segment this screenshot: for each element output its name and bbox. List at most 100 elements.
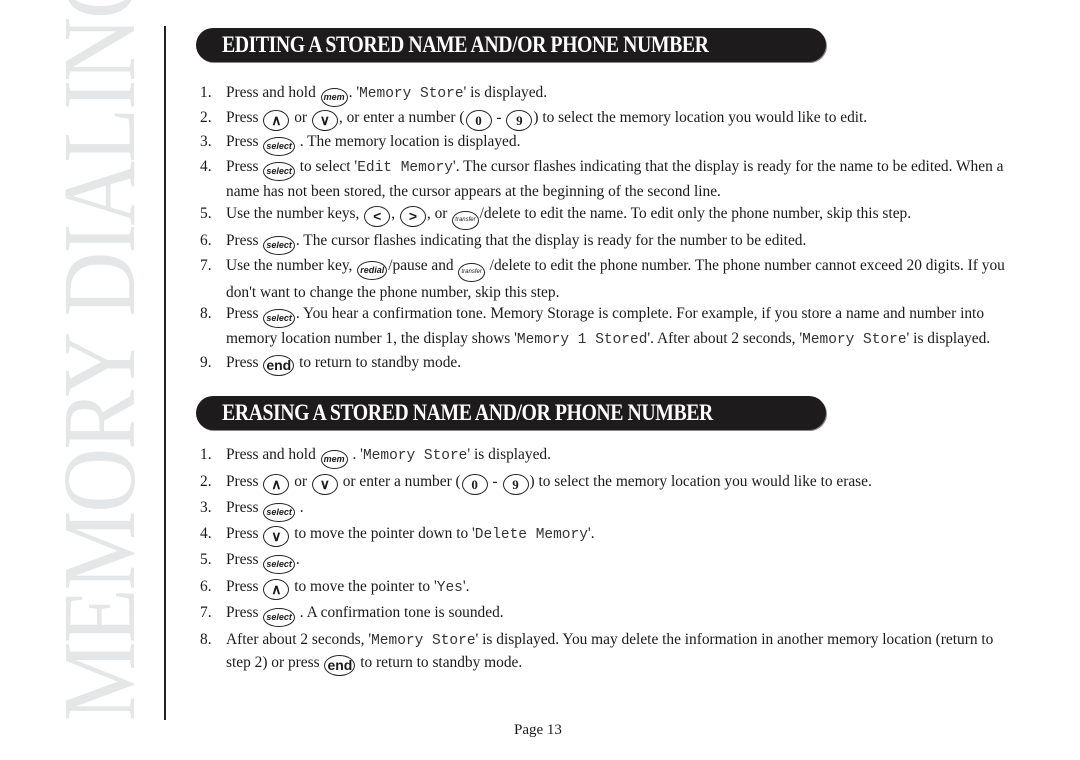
down-arrow-key-icon: ∨	[311, 110, 338, 131]
redial-key-icon: redial	[357, 260, 388, 280]
step-text: . The cursor flashes indicating that the…	[295, 231, 807, 249]
step-item: 2. Press ∧ or ∨, or enter a number (0 - 9…	[200, 107, 1010, 131]
step-text: Press	[226, 231, 263, 249]
step-item: 6. Press select. The cursor flashes indic…	[200, 230, 1010, 255]
transfer-key-icon: transfer	[452, 210, 479, 230]
step-number: 8.	[200, 305, 212, 322]
step-number: 7.	[200, 256, 212, 274]
step-number: 9.	[200, 353, 212, 371]
display-text: Memory Store	[802, 332, 907, 348]
section-heading-erasing: ERASING A STORED NAME AND/OR PHONE NUMBE…	[196, 396, 826, 430]
section-heading-erasing-text: ERASING A STORED NAME AND/OR PHONE NUMBE…	[222, 400, 713, 425]
editing-steps-list: 1. Press and hold mem. 'Memory Store' is …	[200, 82, 1010, 376]
select-key-icon: select	[263, 607, 295, 627]
step-number: 6.	[200, 577, 212, 595]
step-number: 3.	[200, 498, 212, 516]
step-text: .	[295, 498, 304, 516]
9-key-icon: 9	[506, 110, 533, 131]
step-text: Press	[226, 305, 263, 322]
step-text: Press	[226, 577, 263, 595]
step-text: '.	[587, 525, 595, 543]
right-arrow-key-icon: >	[399, 205, 426, 227]
step-text: or	[290, 109, 311, 126]
erasing-steps-list: 1. Press and hold mem . 'Memory Store' is…	[200, 444, 1010, 678]
step-item: 7. Press select . A confirmation tone is …	[200, 602, 1010, 627]
step-text: Press	[226, 158, 263, 175]
step-number: 8.	[200, 630, 212, 648]
step-text: . '	[348, 84, 360, 101]
step-item: 5. Use the number keys, <, >, or transfer…	[200, 203, 1010, 230]
step-text: or enter a number (	[338, 472, 461, 490]
0-key-icon: 0	[465, 110, 492, 131]
left-arrow-key-icon: <	[364, 205, 391, 227]
end-key-icon: end	[324, 655, 356, 677]
select-key-icon: select	[263, 137, 295, 156]
select-key-icon: select	[263, 502, 295, 522]
step-item: 4. Press ∨ to move the pointer down to 'D…	[200, 523, 1010, 548]
step-text: '.	[462, 577, 470, 595]
step-number: 2.	[200, 472, 212, 490]
step-number: 4.	[200, 525, 212, 543]
step-item: 8. Press select. You hear a confirmation …	[200, 303, 1010, 352]
side-section-title: MEMORY DIALING	[42, 0, 157, 721]
step-text: or	[290, 472, 311, 490]
page-number: Page 13	[514, 722, 562, 738]
mem-key-icon: mem	[320, 450, 348, 469]
0-key-icon: 0	[461, 473, 488, 495]
step-text: . '	[348, 446, 363, 463]
step-text: '. After about 2 seconds, '	[647, 330, 803, 347]
step-number: 1.	[200, 446, 212, 463]
step-text: ' is displayed.	[467, 446, 551, 463]
step-number: 5.	[200, 551, 212, 569]
step-text: Press	[226, 133, 263, 150]
display-text: Edit Memory	[357, 160, 453, 176]
step-number: 6.	[200, 231, 212, 249]
step-text: Press	[226, 603, 263, 621]
step-text: ) to select the memory location you woul…	[529, 472, 872, 490]
step-text: , or enter a number (	[338, 109, 465, 126]
down-arrow-key-icon: ∨	[311, 473, 338, 495]
step-number: 3.	[200, 133, 212, 150]
step-item: 9. Press end to return to standby mode.	[200, 352, 1010, 376]
step-text: -	[488, 472, 502, 490]
select-key-icon: select	[263, 555, 295, 575]
step-text: ' is displayed.	[906, 330, 991, 347]
step-number: 5.	[200, 204, 212, 222]
section-heading-editing: EDITING A STORED NAME AND/OR PHONE NUMBE…	[196, 28, 826, 62]
step-text: /pause and	[388, 256, 458, 274]
step-text: ,	[391, 204, 399, 222]
step-text: Use the number keys,	[226, 204, 364, 222]
vertical-divider	[164, 26, 166, 720]
step-number: 2.	[200, 109, 212, 126]
step-text: to select '	[295, 158, 358, 175]
step-text: . A confirmation tone is sounded.	[295, 603, 504, 621]
up-arrow-key-icon: ∧	[263, 578, 290, 600]
step-item: 4. Press select to select 'Edit Memory'. …	[200, 156, 1010, 203]
step-text: to move the pointer to '	[290, 577, 437, 595]
step-text: Press and hold	[226, 446, 320, 463]
step-item: 8. After about 2 seconds, 'Memory Store' …	[200, 629, 1010, 677]
down-arrow-key-icon: ∨	[263, 526, 290, 548]
step-text: , or	[426, 204, 452, 222]
transfer-key-icon: transfer	[458, 262, 485, 282]
up-arrow-key-icon: ∧	[263, 110, 290, 131]
mem-key-icon: mem	[320, 88, 348, 107]
display-text: Memory Store	[362, 448, 468, 464]
step-text: Use the number key,	[226, 256, 357, 274]
step-text: /delete to edit the name. To edit only t…	[479, 204, 912, 222]
select-key-icon: select	[263, 309, 295, 328]
step-text: to return to standby mode.	[356, 654, 523, 672]
display-text: Memory Store	[359, 86, 464, 102]
step-item: 3. Press select .	[200, 497, 1010, 522]
step-text: Press and hold	[226, 84, 320, 101]
step-text: Press	[226, 109, 263, 126]
step-item: 7. Use the number key, redial/pause and t…	[200, 255, 1010, 304]
display-text: Yes	[436, 579, 463, 596]
step-text: .	[295, 551, 300, 569]
select-key-icon: select	[263, 162, 295, 181]
step-item: 1. Press and hold mem . 'Memory Store' is…	[200, 444, 1010, 469]
step-text: . The memory location is displayed.	[295, 133, 521, 150]
step-item: 5. Press select.	[200, 549, 1010, 575]
9-key-icon: 9	[502, 473, 529, 495]
display-text: Memory 1 Stored	[516, 332, 648, 348]
